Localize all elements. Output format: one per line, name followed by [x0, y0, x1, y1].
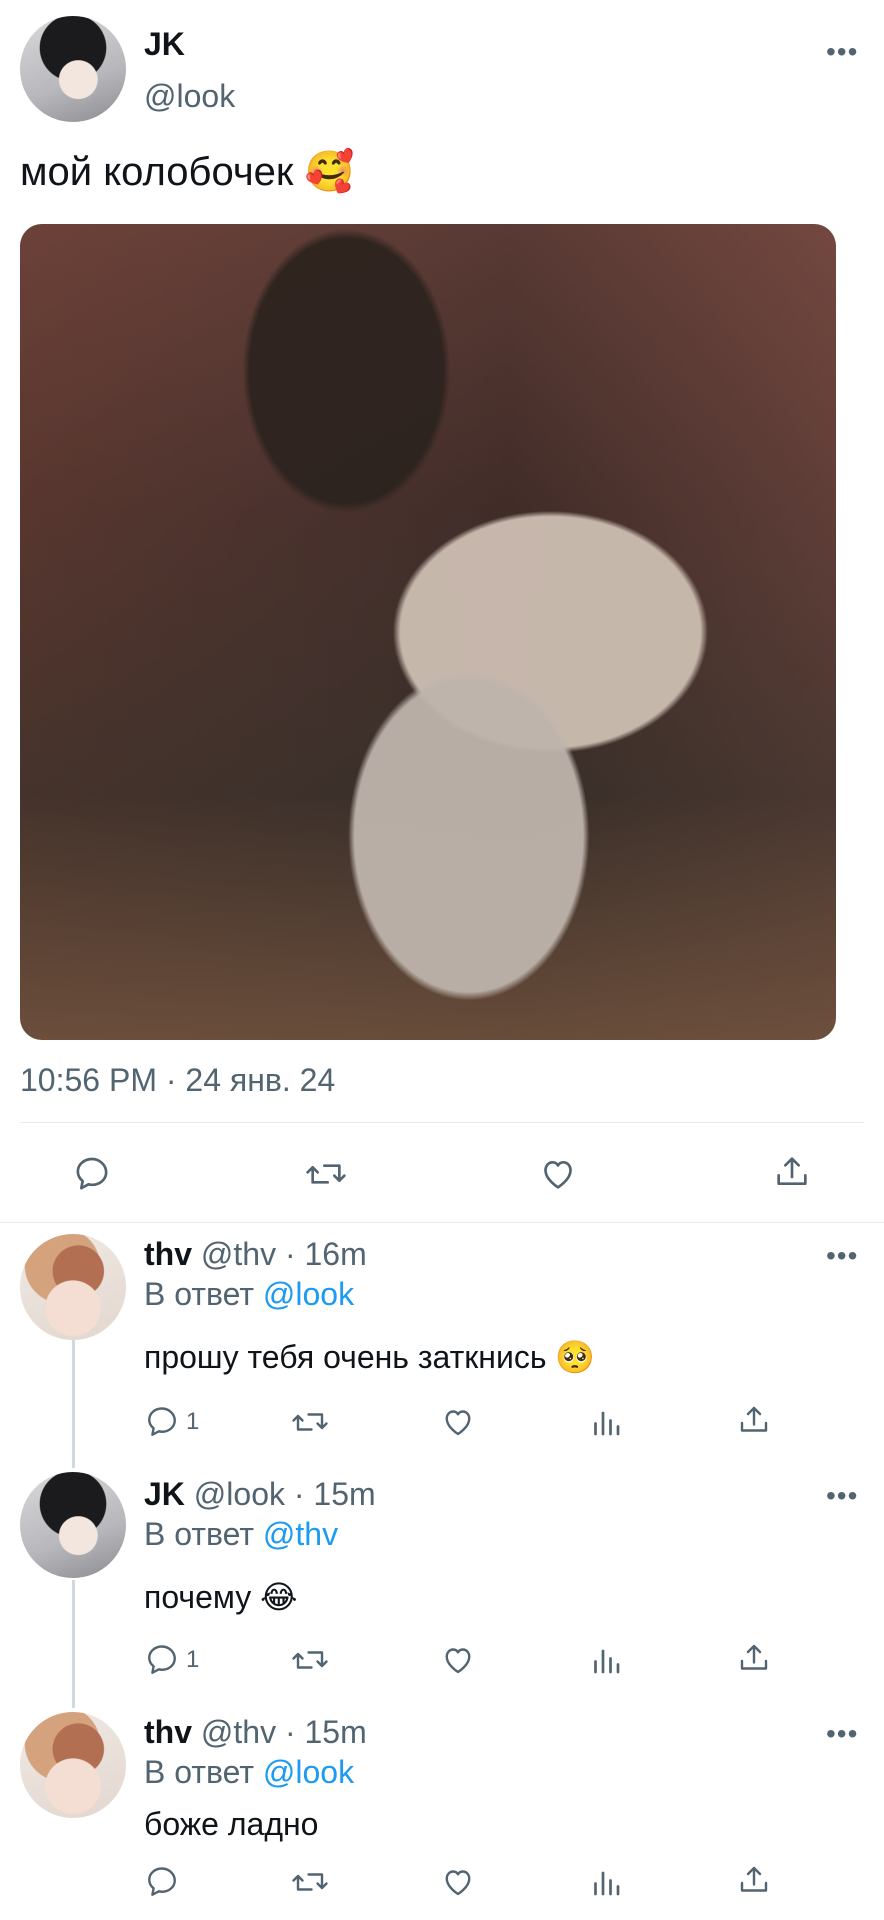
like-icon: [445, 1648, 471, 1674]
replying-to: В ответ @look: [144, 1276, 354, 1313]
reply-avatar[interactable]: [20, 1234, 126, 1340]
replying-to-handle[interactable]: @look: [263, 1754, 354, 1790]
reply-text: прошу тебя очень заткнись 🥺: [144, 1339, 596, 1375]
reply-meta: @thv · 15m: [200, 1714, 367, 1750]
retweet-button[interactable]: [290, 1642, 330, 1678]
reply-text: боже ладно: [144, 1806, 319, 1842]
views-button[interactable]: [588, 1642, 624, 1678]
reply-icon: [148, 1407, 176, 1436]
reply-header: JK @look · 15m: [144, 1476, 376, 1513]
reply-meta: @look · 15m: [193, 1476, 376, 1512]
retweet-button[interactable]: [304, 1154, 348, 1194]
share-icon: [740, 1644, 768, 1670]
retweet-icon: [306, 1164, 346, 1184]
retweet-button[interactable]: [290, 1404, 330, 1440]
share-icon: [777, 1157, 807, 1185]
share-button[interactable]: [772, 1152, 812, 1192]
retweet-icon: [292, 1873, 328, 1891]
share-button[interactable]: [736, 1640, 772, 1676]
reply-button[interactable]: [72, 1154, 112, 1194]
divider: [20, 1122, 864, 1123]
share-icon: [740, 1406, 768, 1432]
reply-icon: [76, 1157, 108, 1190]
retweet-icon: [292, 1651, 328, 1669]
like-icon: [544, 1161, 572, 1189]
reply-text: почему 😂: [144, 1579, 298, 1615]
divider: [0, 1222, 884, 1223]
replying-to-handle[interactable]: @thv: [263, 1516, 338, 1552]
reply-author-name[interactable]: JK: [144, 1476, 185, 1512]
author-name[interactable]: JK: [144, 26, 185, 63]
reply-avatar[interactable]: [20, 1712, 126, 1818]
replying-to-handle[interactable]: @look: [263, 1276, 354, 1312]
tweet-timestamp[interactable]: 10:56 PM · 24 янв. 24: [20, 1062, 335, 1099]
like-button[interactable]: [440, 1642, 476, 1678]
tweet-text: мой колобочек 🥰: [20, 150, 355, 194]
reply-meta: @thv · 16m: [200, 1236, 367, 1272]
reply-avatar[interactable]: [20, 1472, 126, 1578]
reply-button[interactable]: 1: [144, 1404, 199, 1440]
reply-count: 1: [186, 1646, 200, 1673]
reply-author-name[interactable]: thv: [144, 1714, 192, 1750]
like-button[interactable]: [440, 1404, 476, 1440]
reply-icon: [148, 1867, 176, 1896]
reply-icon: [148, 1645, 176, 1674]
retweet-button[interactable]: [290, 1864, 330, 1900]
thread-line: [72, 1340, 75, 1468]
thread-line: [72, 1580, 75, 1708]
reply-header: thv @thv · 16m: [144, 1236, 367, 1273]
replying-to-label: В ответ: [144, 1516, 255, 1552]
more-options-button[interactable]: •••: [826, 36, 858, 68]
views-button[interactable]: [588, 1864, 624, 1900]
replying-to-label: В ответ: [144, 1754, 255, 1790]
replying-to-label: В ответ: [144, 1276, 255, 1312]
replying-to: В ответ @thv: [144, 1516, 338, 1553]
reply-more-button[interactable]: •••: [826, 1718, 858, 1750]
like-button[interactable]: [440, 1864, 476, 1900]
reply-more-button[interactable]: •••: [826, 1480, 858, 1512]
views-icon: [594, 1411, 620, 1436]
reply-author-name[interactable]: thv: [144, 1236, 192, 1272]
share-button[interactable]: [736, 1402, 772, 1438]
tweet-photo[interactable]: [20, 224, 836, 1040]
reply-header: thv @thv · 15m: [144, 1714, 367, 1751]
views-icon: [594, 1871, 620, 1896]
reply-count: 1: [186, 1408, 200, 1435]
retweet-icon: [292, 1413, 328, 1431]
views-button[interactable]: [588, 1404, 624, 1440]
reply-button[interactable]: [144, 1864, 180, 1900]
reply-button[interactable]: 1: [144, 1642, 199, 1678]
share-icon: [740, 1866, 768, 1892]
views-icon: [594, 1649, 620, 1674]
replying-to: В ответ @look: [144, 1754, 354, 1791]
like-icon: [445, 1870, 471, 1896]
author-handle[interactable]: @look: [144, 78, 235, 115]
reply-more-button[interactable]: •••: [826, 1240, 858, 1272]
share-button[interactable]: [736, 1862, 772, 1898]
like-button[interactable]: [538, 1154, 578, 1194]
like-icon: [445, 1410, 471, 1436]
author-avatar[interactable]: [20, 16, 126, 122]
